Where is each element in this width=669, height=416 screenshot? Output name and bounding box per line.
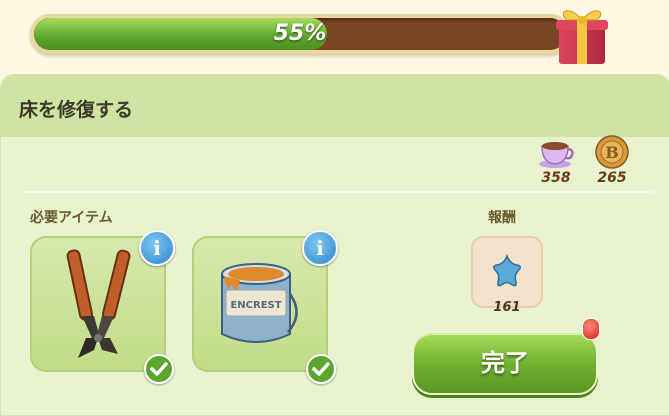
notification-dot — [582, 318, 600, 340]
item-info-button[interactable]: i — [302, 230, 338, 266]
panel-header: 床を修復する — [1, 75, 669, 137]
svg-text:B: B — [605, 143, 619, 162]
tea-cup-icon — [539, 142, 574, 168]
paint-can-icon: ENCREST — [221, 263, 298, 343]
gift-box-icon[interactable] — [549, 0, 615, 66]
check-icon — [306, 354, 336, 384]
check-icon — [144, 354, 174, 384]
bolt-cutter-icon — [66, 249, 131, 358]
reward-label: 報酬 — [488, 210, 516, 226]
reward-count: 161 — [493, 300, 521, 315]
resource-coin: B 265 — [590, 134, 634, 186]
reward-card[interactable] — [471, 236, 543, 308]
task-progress-bar: 55% — [30, 14, 570, 54]
required-item-paint-can[interactable]: ENCREST i — [192, 230, 338, 384]
complete-button[interactable]: 完了 — [412, 331, 598, 395]
can-label: ENCREST — [230, 300, 281, 311]
coin-count: 265 — [597, 170, 627, 186]
blue-star-icon — [493, 253, 521, 287]
bronze-coin-icon: B — [595, 135, 629, 169]
tea-count: 358 — [541, 170, 571, 186]
progress-percent-label: 55% — [273, 21, 327, 46]
task-title: 床を修復する — [19, 99, 134, 121]
progress-track: 55% — [34, 18, 566, 50]
item-info-button[interactable]: i — [139, 230, 175, 266]
resource-tea: 358 — [534, 136, 578, 186]
divider — [23, 191, 653, 193]
complete-button-label: 完了 — [481, 349, 529, 377]
required-item-bolt-cutter[interactable]: i — [30, 230, 175, 384]
required-items-label: 必要アイテム — [30, 210, 113, 226]
